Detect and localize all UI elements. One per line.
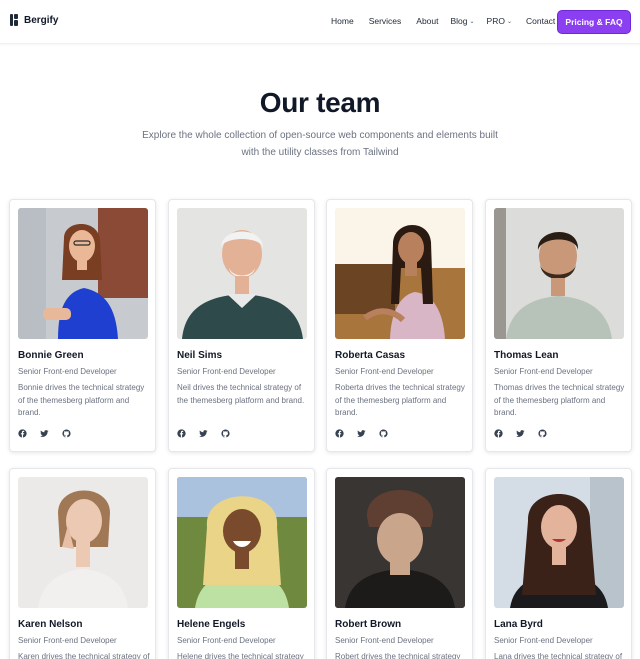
nav-home-label: Home — [331, 16, 354, 26]
member-bio: Neil drives the technical strategy of th… — [177, 383, 305, 405]
member-photo — [177, 477, 307, 608]
nav-blog-label: Blog — [450, 16, 468, 26]
social-links — [335, 429, 388, 438]
member-bio: Thomas drives the technical strategy of … — [494, 383, 625, 418]
nav-contact-label: Contact — [526, 16, 556, 26]
pricing-faq-button[interactable]: Pricing & FAQ — [557, 10, 631, 34]
social-links — [494, 429, 547, 438]
facebook-icon[interactable] — [494, 429, 503, 438]
member-name: Thomas Lean — [494, 350, 559, 361]
nav-about-label: About — [416, 16, 439, 26]
member-role: Senior Front-end Developer — [18, 367, 117, 376]
member-photo — [494, 208, 624, 339]
nav-home[interactable]: Home — [331, 16, 354, 26]
chevron-down-icon: ⌄ — [506, 18, 512, 25]
social-links — [18, 429, 71, 438]
team-card-lana-byrd: Lana Byrd Senior Front-end Developer Lan… — [485, 468, 632, 659]
member-bio: Helene drives the technical strategy of … — [177, 652, 304, 659]
member-role: Senior Front-end Developer — [335, 636, 434, 645]
member-name: Helene Engels — [177, 619, 246, 630]
member-photo — [177, 208, 307, 339]
brand-name: Bergify — [24, 14, 59, 26]
logo-icon — [10, 14, 18, 26]
member-bio: Robert drives the technical strategy of … — [335, 652, 461, 659]
team-card-karen-nelson: Karen Nelson Senior Front-end Developer … — [9, 468, 156, 659]
nav-pro-label: PRO — [486, 16, 505, 26]
facebook-icon[interactable] — [18, 429, 27, 438]
twitter-icon[interactable] — [516, 429, 525, 438]
member-name: Lana Byrd — [494, 619, 543, 630]
page-title: Our team — [259, 87, 381, 118]
brand-logo[interactable]: Bergify — [10, 14, 58, 26]
member-bio: Karen drives the technical strategy of t… — [18, 652, 150, 659]
member-role: Senior Front-end Developer — [494, 636, 593, 645]
nav-about[interactable]: About — [416, 16, 438, 26]
member-name: Bonnie Green — [18, 350, 84, 361]
member-name: Neil Sims — [177, 350, 223, 361]
member-photo — [18, 208, 148, 339]
member-name: Robert Brown — [335, 619, 402, 630]
member-bio: Bonnie drives the technical strategy of … — [18, 383, 145, 418]
member-role: Senior Front-end Developer — [177, 636, 276, 645]
member-name: Karen Nelson — [18, 619, 83, 630]
nav-services-label: Services — [368, 16, 402, 26]
team-card-robert-brown: Robert Brown Senior Front-end Developer … — [326, 468, 473, 659]
twitter-icon[interactable] — [357, 429, 366, 438]
member-name: Roberta Casas — [335, 350, 406, 361]
github-icon[interactable] — [379, 429, 388, 438]
main-nav: Home Services About Blog ⌄ PRO ⌄ Contact — [331, 16, 555, 26]
team-card-bonnie-green: Bonnie Green Senior Front-end Developer … — [9, 199, 156, 452]
member-photo — [335, 477, 465, 608]
member-role: Senior Front-end Developer — [177, 367, 276, 376]
twitter-icon[interactable] — [199, 429, 208, 438]
site-header: Bergify Home Services About Blog ⌄ PRO ⌄ C… — [0, 0, 640, 44]
nav-services[interactable]: Services — [369, 16, 402, 26]
social-links — [177, 429, 230, 438]
member-photo — [494, 477, 624, 608]
nav-pro[interactable]: PRO ⌄ — [487, 16, 512, 26]
member-role: Senior Front-end Developer — [18, 636, 117, 645]
team-card-thomas-lean: Thomas Lean Senior Front-end Developer T… — [485, 199, 632, 452]
team-card-neil-sims: Neil Sims Senior Front-end Developer Nei… — [168, 199, 315, 452]
nav-contact[interactable]: Contact — [526, 16, 555, 26]
team-card-helene-engels: Helene Engels Senior Front-end Developer… — [168, 468, 315, 659]
facebook-icon[interactable] — [177, 429, 186, 438]
github-icon[interactable] — [62, 429, 71, 438]
member-bio: Roberta drives the technical strategy of… — [335, 383, 465, 418]
member-role: Senior Front-end Developer — [494, 367, 593, 376]
page-subtitle: Explore the whole collection of open-sou… — [142, 130, 498, 158]
github-icon[interactable] — [538, 429, 547, 438]
chevron-down-icon: ⌄ — [469, 18, 475, 25]
member-photo — [18, 477, 148, 608]
team-card-roberta-casas: Roberta Casas Senior Front-end Developer… — [326, 199, 473, 452]
twitter-icon[interactable] — [40, 429, 49, 438]
member-photo — [335, 208, 465, 339]
github-icon[interactable] — [221, 429, 230, 438]
nav-blog[interactable]: Blog ⌄ — [451, 16, 475, 26]
facebook-icon[interactable] — [335, 429, 344, 438]
member-bio: Lana drives the technical strategy of th… — [494, 652, 623, 659]
member-role: Senior Front-end Developer — [335, 367, 434, 376]
